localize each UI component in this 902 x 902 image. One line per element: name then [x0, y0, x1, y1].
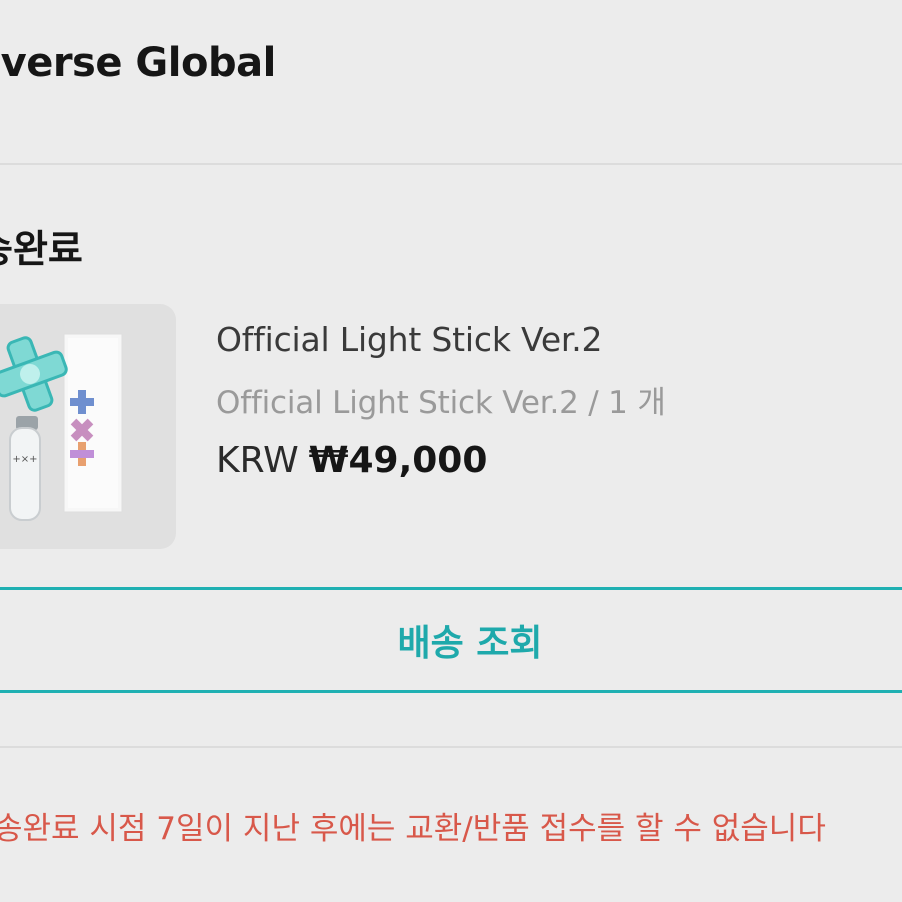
product-price: KRW ₩49,000	[216, 440, 487, 481]
product-name[interactable]: Official Light Stick Ver.2	[216, 320, 603, 359]
svg-text:+×+: +×+	[12, 454, 37, 465]
order-status-heading: 송완료	[0, 227, 83, 271]
track-shipment-label: 배송 조회	[397, 623, 543, 664]
track-shipment-button[interactable]: 배송 조회	[0, 587, 902, 693]
product-option: Official Light Stick Ver.2 / 1 개	[216, 385, 666, 421]
product-thumbnail[interactable]: +×+	[0, 304, 176, 549]
return-policy-notice: 송완료 시점 7일이 지난 후에는 교환/반품 접수를 할 수 없습니다	[0, 811, 826, 847]
price-currency: KRW	[216, 440, 299, 481]
light-stick-product-image: +×+	[0, 333, 123, 521]
section-divider	[0, 746, 902, 748]
page-title: everse Global	[0, 40, 276, 86]
price-amount: ₩49,000	[308, 440, 488, 481]
header-divider	[0, 163, 902, 165]
